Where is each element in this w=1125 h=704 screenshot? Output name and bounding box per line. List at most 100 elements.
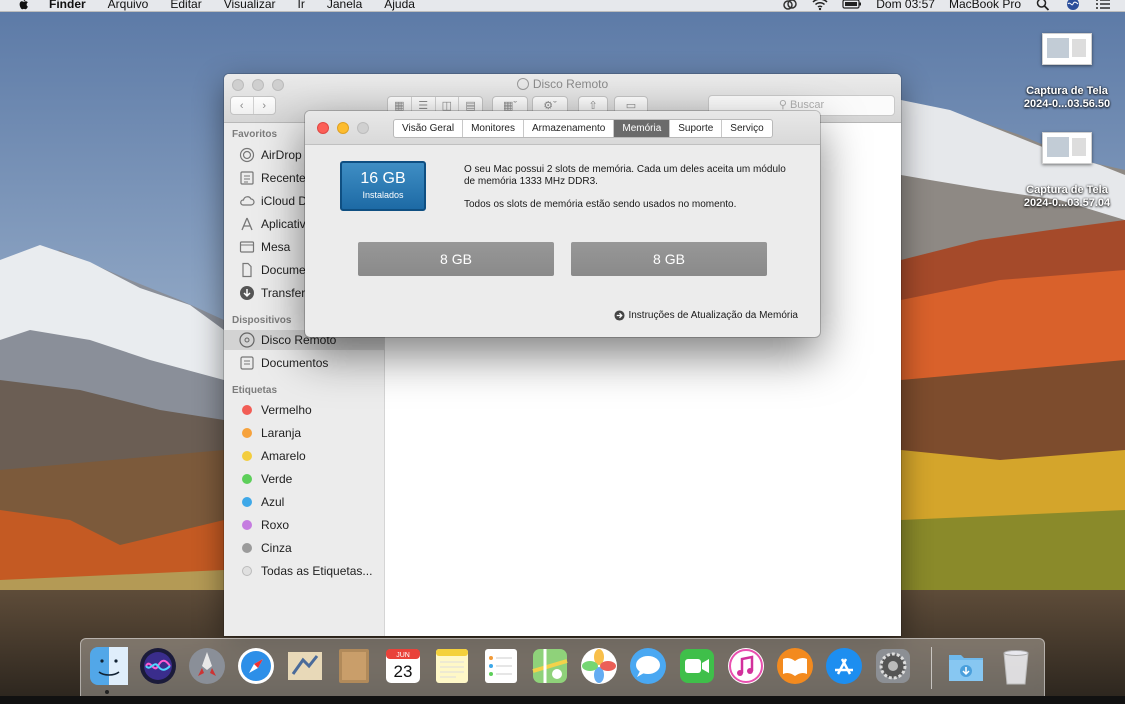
window-controls — [317, 122, 369, 134]
menu-janela[interactable]: Janela — [327, 0, 362, 11]
desktop-file-label: Captura de Tela 2024-0...03.56.50 — [1023, 85, 1111, 110]
finder-icon[interactable] — [89, 646, 129, 686]
tag-dot-icon — [242, 474, 252, 484]
sidebar-tag-orange[interactable]: Laranja — [224, 423, 384, 443]
apple-icon[interactable] — [17, 0, 31, 11]
desktop-icon — [239, 241, 255, 253]
menu-ajuda[interactable]: Ajuda — [384, 0, 415, 11]
sidebar-tag-green[interactable]: Verde — [224, 469, 384, 489]
about-this-mac-window[interactable]: Visão Geral Monitores Armazenamento Memó… — [305, 111, 820, 337]
dock: JUN 23 — [80, 638, 1045, 696]
desktop-file-screenshot-1[interactable]: Captura de Tela 2024-0...03.56.50 — [1012, 33, 1122, 111]
documents-icon — [240, 356, 254, 370]
ibooks-icon[interactable] — [775, 646, 815, 686]
desktop-file-screenshot-2[interactable]: Captura de Tela 2024-0...03.57.04 — [1012, 132, 1122, 210]
tab-displays[interactable]: Monitores — [463, 120, 524, 137]
close-button[interactable] — [317, 122, 329, 134]
menu-clock[interactable]: Dom 03:57 — [876, 0, 935, 11]
sidebar-tag-gray[interactable]: Cinza — [224, 538, 384, 558]
menu-computer-name[interactable]: MacBook Pro — [949, 0, 1021, 11]
maps-icon[interactable] — [530, 646, 570, 686]
safari-icon[interactable] — [236, 646, 276, 686]
minimize-button[interactable] — [337, 122, 349, 134]
battery-icon[interactable] — [842, 0, 862, 11]
sidebar-tag-purple[interactable]: Roxo — [224, 515, 384, 535]
tag-dot-icon — [242, 405, 252, 415]
airdrop-icon — [239, 147, 255, 163]
menu-bar: Finder Arquivo Editar Visualizar Ir Jane… — [0, 0, 1125, 12]
notification-center-icon[interactable] — [1095, 0, 1111, 11]
screenshot-thumbnail-icon — [1042, 132, 1092, 164]
memory-upgrade-instructions-link[interactable]: Instruções de Atualização da Memória — [614, 310, 798, 321]
tag-dot-icon — [242, 451, 252, 461]
menu-editar[interactable]: Editar — [170, 0, 201, 11]
tag-dot-icon — [242, 428, 252, 438]
menu-visualizar[interactable]: Visualizar — [224, 0, 276, 11]
menu-ir[interactable]: Ir — [298, 0, 305, 11]
tab-overview[interactable]: Visão Geral — [394, 120, 464, 137]
about-tabs: Visão Geral Monitores Armazenamento Memó… — [393, 119, 773, 138]
dock-separator — [931, 647, 932, 689]
tag-dot-icon — [242, 543, 252, 553]
spotlight-search-icon[interactable] — [1035, 0, 1051, 11]
menu-app-finder[interactable]: Finder — [49, 0, 86, 11]
siri-icon[interactable] — [1065, 0, 1081, 11]
menu-arquivo[interactable]: Arquivo — [108, 0, 149, 11]
sidebar-header-favorites: Favoritos — [232, 129, 278, 140]
finder-running-indicator — [105, 690, 109, 694]
search-icon: ⚲ — [778, 99, 787, 111]
wifi-icon[interactable] — [812, 0, 828, 11]
tab-support[interactable]: Suporte — [670, 120, 723, 137]
zoom-button[interactable] — [357, 122, 369, 134]
memory-total-caption: Instalados — [362, 190, 404, 200]
screenshot-thumbnail-icon — [1042, 33, 1092, 65]
memory-total-value: 16 GB — [360, 170, 406, 187]
memory-slot-2: 8 GB — [571, 242, 767, 276]
downloads-folder-icon[interactable] — [946, 646, 986, 686]
sidebar-tag-blue[interactable]: Azul — [224, 492, 384, 512]
calendar-icon[interactable]: JUN 23 — [383, 646, 423, 686]
tab-memory[interactable]: Memória — [614, 120, 671, 137]
memory-description: O seu Mac possui 2 slots de memória. Cad… — [464, 164, 786, 187]
app-store-icon[interactable] — [824, 646, 864, 686]
back-button[interactable]: ‹ — [231, 97, 254, 114]
sidebar-item-documents-device[interactable]: Documentos — [224, 353, 384, 373]
remote-disc-icon — [516, 78, 529, 90]
forward-button[interactable]: › — [254, 97, 276, 114]
tab-service[interactable]: Serviço — [722, 120, 771, 137]
sidebar-tag-yellow[interactable]: Amarelo — [224, 446, 384, 466]
facetime-icon[interactable] — [677, 646, 717, 686]
back-forward-buttons: ‹ › — [230, 96, 276, 115]
photos-icon[interactable] — [579, 646, 619, 686]
window-title: Disco Remoto — [224, 77, 901, 91]
sidebar-tag-red[interactable]: Vermelho — [224, 400, 384, 420]
calendar-month: JUN — [396, 652, 410, 659]
launchpad-icon[interactable] — [187, 646, 227, 686]
memory-total-badge: 16 GB Instalados — [340, 161, 426, 211]
itunes-icon[interactable] — [726, 646, 766, 686]
contacts-icon[interactable] — [334, 646, 374, 686]
about-titlebar: Visão Geral Monitores Armazenamento Memó… — [305, 111, 820, 145]
icloud-icon — [240, 196, 255, 206]
calendar-day: 23 — [394, 662, 413, 681]
desktop-file-label: Captura de Tela 2024-0...03.57.04 — [1023, 184, 1111, 209]
downloads-icon — [240, 286, 254, 300]
system-preferences-icon[interactable] — [873, 646, 913, 686]
sidebar-all-tags[interactable]: Todas as Etiquetas... — [224, 561, 384, 581]
messages-icon[interactable] — [628, 646, 668, 686]
tab-storage[interactable]: Armazenamento — [524, 120, 615, 137]
recents-icon — [240, 171, 254, 185]
creative-cloud-icon[interactable] — [782, 0, 798, 11]
memory-slots-status: Todos os slots de memória estão sendo us… — [464, 199, 737, 210]
screen-bottom-edge — [0, 696, 1125, 704]
documents-icon — [242, 262, 252, 278]
memory-slot-1: 8 GB — [358, 242, 554, 276]
trash-icon[interactable] — [996, 646, 1036, 686]
tag-dot-icon — [242, 497, 252, 507]
siri-icon[interactable] — [138, 646, 178, 686]
tag-dot-icon — [242, 566, 252, 576]
mail-icon[interactable] — [285, 646, 325, 686]
reminders-icon[interactable] — [481, 646, 521, 686]
sidebar-header-devices: Dispositivos — [232, 315, 292, 326]
notes-icon[interactable] — [432, 646, 472, 686]
